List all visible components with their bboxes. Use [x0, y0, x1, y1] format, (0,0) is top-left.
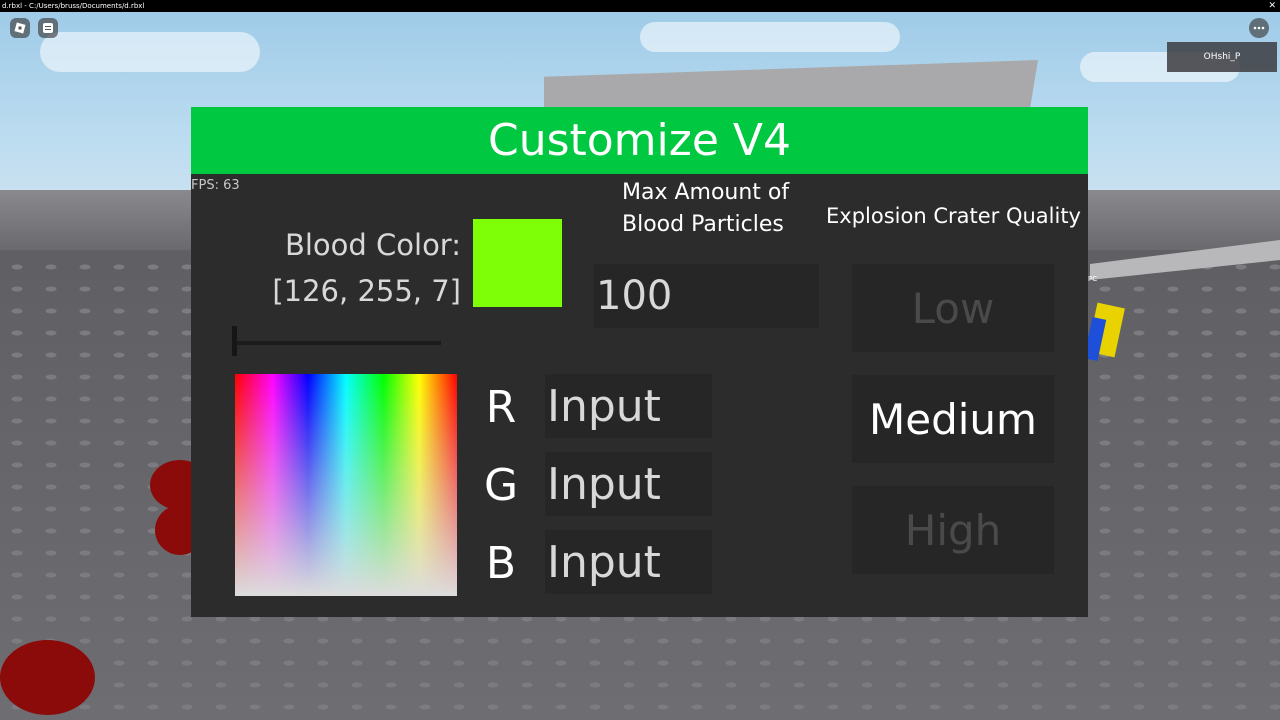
panel-title: Customize V4 — [191, 107, 1088, 174]
customize-panel: Customize V4 FPS: 63 Blood Color: [126, … — [191, 107, 1088, 617]
cloud — [40, 32, 260, 72]
blue-input[interactable] — [545, 530, 712, 594]
player-list-entry[interactable]: OHshi_P — [1167, 42, 1277, 72]
brightness-slider-handle[interactable] — [232, 326, 237, 356]
roblox-icon[interactable] — [10, 18, 30, 38]
max-particles-label: Max Amount of Blood Particles — [622, 180, 790, 237]
menu-dots-icon[interactable] — [1249, 18, 1269, 38]
green-input[interactable] — [545, 452, 712, 516]
close-icon[interactable]: ✕ — [1268, 0, 1276, 12]
brightness-slider-track[interactable] — [235, 341, 441, 345]
window-title: d.rbxl - C:/Users/bruss/Documents/d.rbxl — [2, 2, 145, 10]
fps-counter: FPS: 63 — [191, 178, 240, 193]
quality-medium-button[interactable]: Medium — [852, 375, 1054, 463]
blue-label: B — [485, 538, 517, 589]
chat-icon[interactable] — [38, 18, 58, 38]
red-input[interactable] — [545, 374, 712, 438]
red-label: R — [485, 382, 517, 433]
max-particles-input[interactable] — [594, 264, 819, 328]
blood-splat — [0, 640, 95, 715]
quality-low-button[interactable]: Low — [852, 264, 1054, 352]
cloud — [640, 22, 900, 52]
npc-name-label: PC — [1088, 275, 1098, 283]
crater-quality-label: Explosion Crater Quality — [826, 204, 1081, 228]
window-titlebar: d.rbxl - C:/Users/bruss/Documents/d.rbxl… — [0, 0, 1280, 12]
green-label: G — [483, 460, 519, 511]
color-picker-canvas[interactable] — [235, 374, 457, 596]
blood-color-swatch — [473, 219, 562, 307]
blood-color-label: Blood Color: [126, 255, 7] — [272, 228, 461, 308]
quality-high-button[interactable]: High — [852, 486, 1054, 574]
